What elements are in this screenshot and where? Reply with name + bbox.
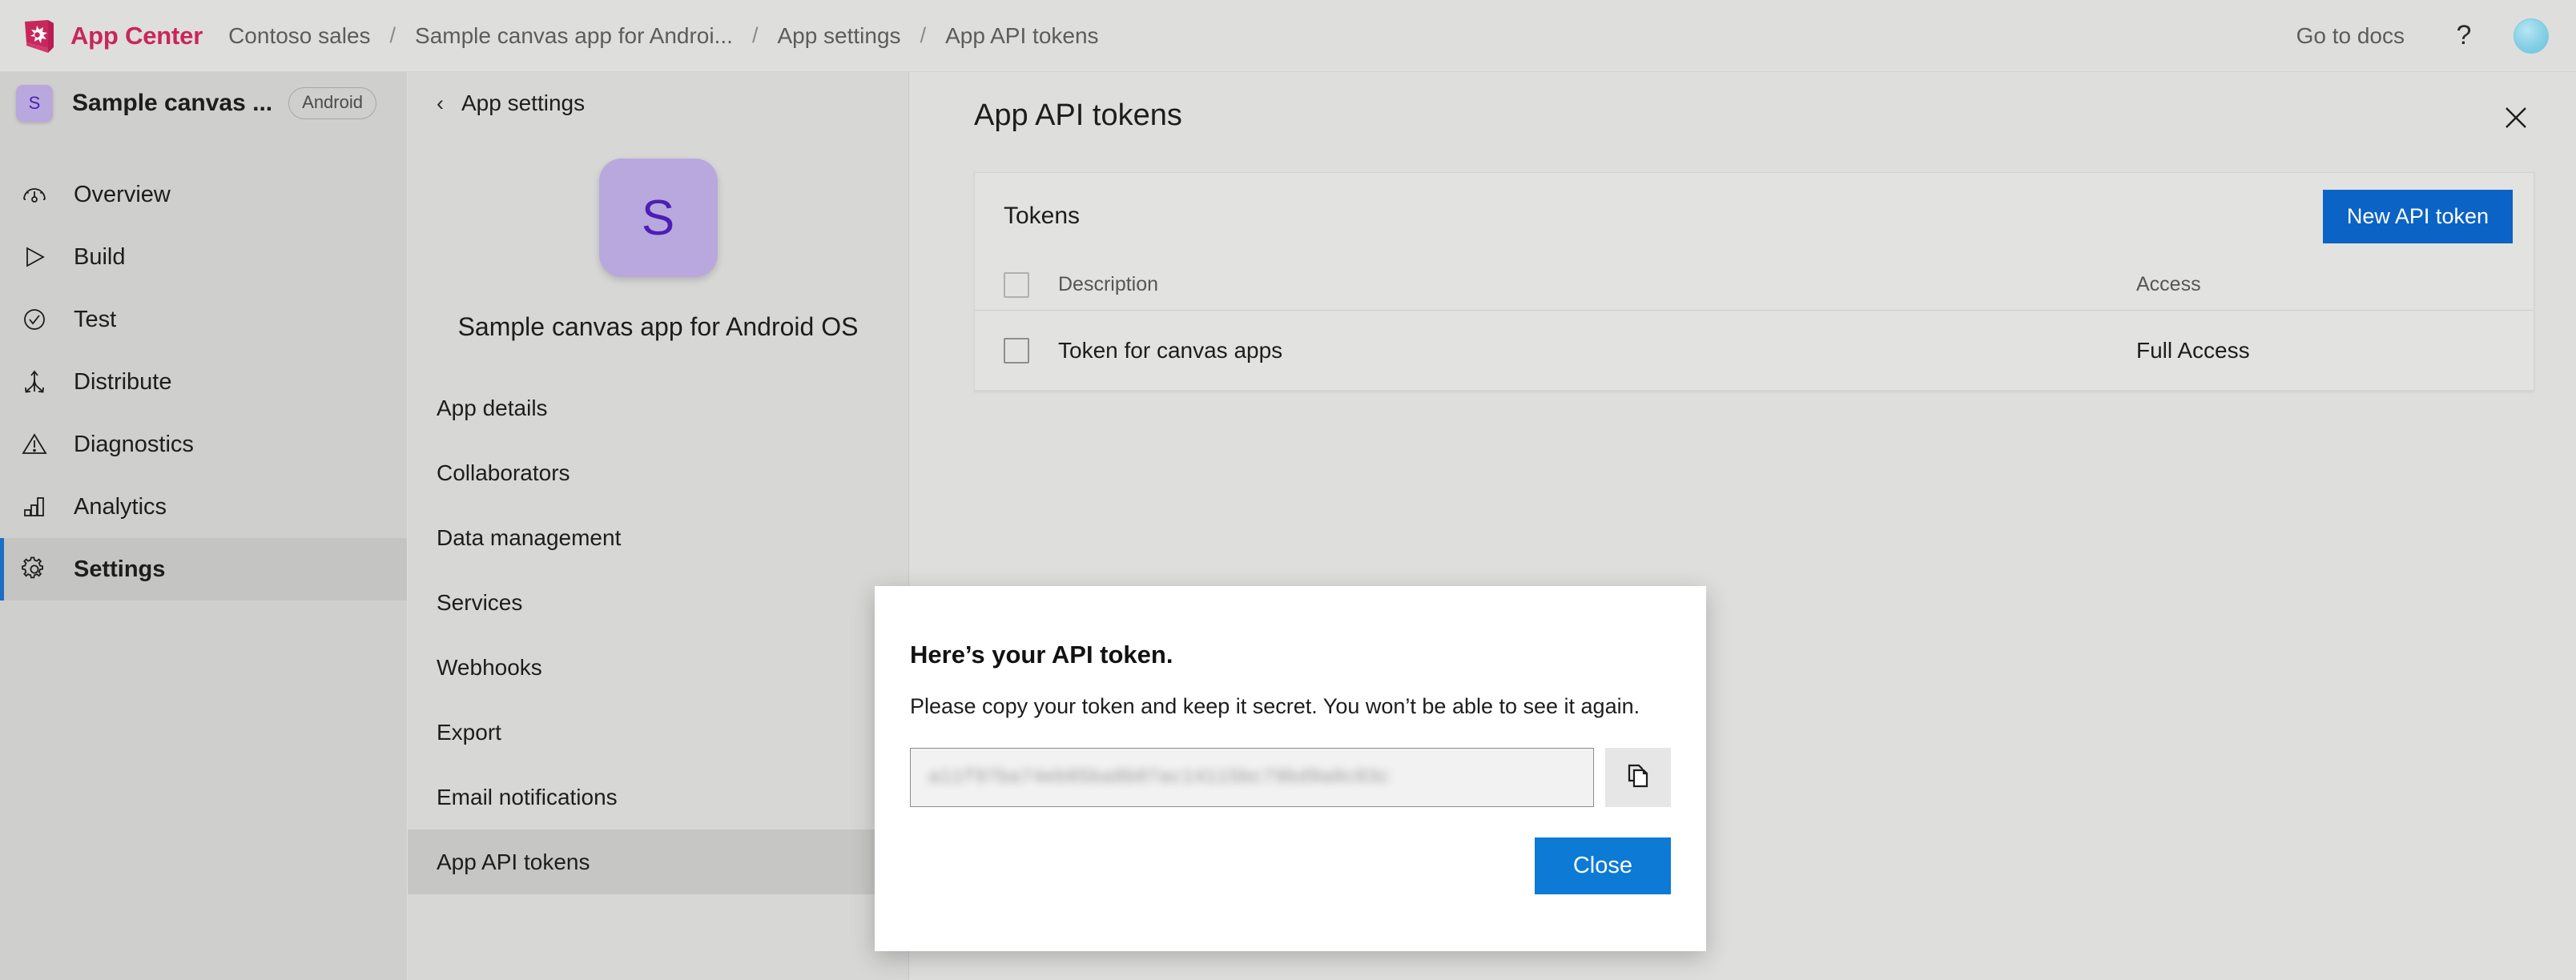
new-api-token-button[interactable]: New API token (2322, 189, 2513, 243)
breadcrumb-separator: / (389, 23, 396, 47)
breadcrumb-separator: / (751, 23, 759, 47)
dialog-body-text: Please copy your token and keep it secre… (910, 694, 1640, 718)
distribute-arrows-icon (16, 363, 53, 400)
help-question-icon[interactable]: ? (2449, 20, 2478, 51)
user-avatar-icon[interactable] (2514, 18, 2549, 54)
top-bar-actions: Go to docs ? (2296, 18, 2549, 54)
app-icon-tile: S (16, 85, 53, 122)
play-icon (16, 239, 53, 275)
app-icon-large: S (598, 159, 718, 277)
app-full-name: Sample canvas app for Android OS (457, 312, 859, 341)
settings-item-app-api-tokens[interactable]: App API tokens (408, 829, 908, 894)
settings-item-email-notifications[interactable]: Email notifications (408, 765, 908, 829)
settings-item-services[interactable]: Services (408, 570, 908, 635)
settings-item-data-management[interactable]: Data management (408, 505, 908, 570)
breadcrumb: Contoso sales / Sample canvas app for An… (227, 20, 1100, 52)
left-navigation: S Sample canvas ... Android Overview Bui… (0, 72, 407, 980)
sidebar-item-test[interactable]: Test (0, 288, 407, 351)
sidebar-item-diagnostics[interactable]: Diagnostics (0, 413, 407, 476)
sidebar-nav-list: Overview Build Test Distribute Diagnosti… (0, 163, 407, 600)
sidebar-item-overview[interactable]: Overview (0, 163, 407, 226)
app-hero: S Sample canvas app for Android OS (408, 159, 908, 342)
dialog-title: Here’s your API token. (910, 641, 1173, 669)
page-title: App API tokens (974, 98, 1182, 132)
table-row[interactable]: Token for canvas apps Full Access (975, 311, 2534, 391)
sidebar-item-label: Diagnostics (74, 431, 194, 457)
top-bar: App Center Contoso sales / Sample canvas… (0, 0, 2576, 72)
api-token-dialog: Here’s your API token. Please copy your … (875, 586, 1706, 951)
breadcrumb-item-org[interactable]: Contoso sales (227, 20, 372, 52)
sidebar-item-build[interactable]: Build (0, 226, 407, 288)
close-dialog-button[interactable]: Close (1534, 837, 1671, 895)
dialog-actions: Close (875, 837, 1671, 895)
brand-name[interactable]: App Center (70, 22, 203, 50)
settings-item-app-details[interactable]: App details (408, 376, 908, 440)
token-field-row: a11f97ba74eb05ba8b07ac14115bc79bd9a0c03c (910, 748, 1671, 808)
go-to-docs-link[interactable]: Go to docs (2296, 23, 2405, 49)
tokens-card-header: Tokens New API token (975, 173, 2534, 259)
tokens-card-title: Tokens (1004, 203, 1081, 229)
sidebar-item-label: Overview (74, 181, 171, 207)
sidebar-item-distribute[interactable]: Distribute (0, 351, 407, 413)
token-access: Full Access (2136, 337, 2250, 363)
close-x-icon[interactable] (2498, 99, 2534, 136)
gear-icon (16, 551, 53, 588)
sidebar-item-label: Analytics (74, 493, 167, 520)
app-center-page: App Center Contoso sales / Sample canvas… (0, 0, 2576, 980)
breadcrumb-item-app-api-tokens[interactable]: App API tokens (944, 20, 1100, 52)
api-token-input[interactable]: a11f97ba74eb05ba8b07ac14115bc79bd9a0c03c (910, 748, 1594, 808)
settings-item-webhooks[interactable]: Webhooks (408, 635, 908, 700)
check-circle-icon (16, 301, 53, 338)
app-center-logo-icon[interactable] (21, 18, 56, 54)
sidebar-item-label: Settings (74, 556, 166, 582)
breadcrumb-item-app[interactable]: Sample canvas app for Androi... (413, 20, 735, 52)
sidebar-item-settings[interactable]: Settings (0, 538, 407, 600)
settings-item-collaborators[interactable]: Collaborators (408, 440, 908, 505)
back-label: App settings (461, 90, 586, 115)
row-select-checkbox[interactable] (1004, 337, 1029, 363)
tokens-table-header: Description Access (975, 259, 2534, 311)
settings-menu: App details Collaborators Data managemen… (408, 376, 908, 894)
sidebar-item-label: Test (74, 306, 117, 332)
tokens-card: Tokens New API token Description Access … (974, 172, 2534, 392)
column-header-access: Access (2136, 273, 2201, 295)
select-all-checkbox[interactable] (1004, 271, 1029, 298)
sidebar-item-label: Build (74, 243, 126, 270)
gauge-icon (16, 176, 53, 213)
back-to-app-settings[interactable]: ‹ App settings (408, 72, 908, 135)
app-settings-column: ‹ App settings S Sample canvas app for A… (408, 72, 909, 980)
settings-item-export[interactable]: Export (408, 700, 908, 765)
sidebar-item-analytics[interactable]: Analytics (0, 476, 407, 538)
token-description: Token for canvas apps (1058, 337, 1283, 363)
chevron-left-icon: ‹ (437, 90, 444, 115)
sidebar-app-header[interactable]: S Sample canvas ... Android (0, 72, 407, 135)
column-header-description: Description (1058, 273, 1159, 295)
copy-token-button[interactable] (1605, 748, 1671, 808)
os-platform-badge: Android (288, 87, 376, 119)
sidebar-item-label: Distribute (74, 368, 172, 395)
warning-triangle-icon (16, 426, 53, 463)
copy-pages-icon (1623, 761, 1653, 794)
sidebar-app-name: Sample canvas ... (72, 90, 273, 116)
breadcrumb-item-app-settings[interactable]: App settings (775, 20, 902, 52)
main-header: App API tokens (910, 72, 2576, 159)
breadcrumb-separator: / (920, 23, 927, 47)
bar-chart-icon (16, 488, 53, 525)
api-token-value: a11f97ba74eb05ba8b07ac14115bc79bd9a0c03c (928, 766, 1391, 789)
